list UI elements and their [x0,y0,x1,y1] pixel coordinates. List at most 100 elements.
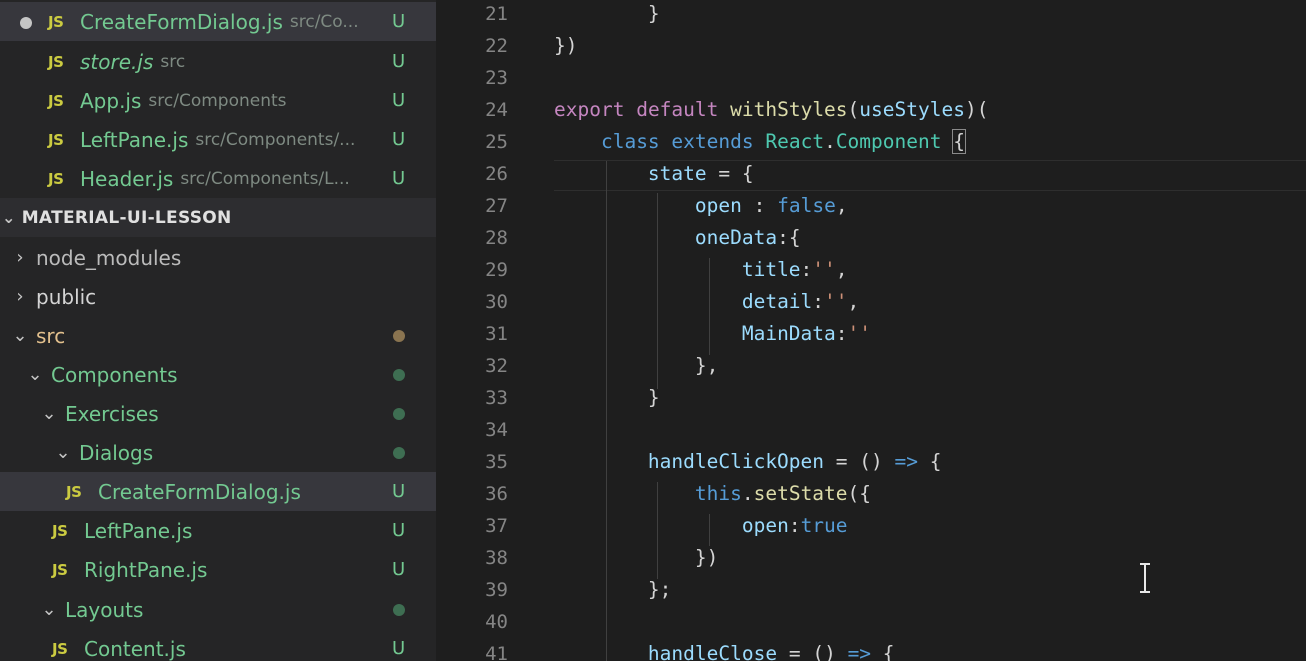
code-line: handleClickOpen = () => { [647,450,942,473]
git-status-badge: U [392,481,406,502]
line-number: 30 [485,291,508,313]
line-number: 41 [485,643,508,661]
open-editor-name: CreateFormDialog.js [80,9,283,34]
line-number: 40 [485,611,508,633]
folder-label: node_modules [36,245,182,270]
folder-label: src [36,323,66,348]
tree-folder-public[interactable]: › public [0,277,436,316]
chevron-down-icon: ⌄ [2,208,16,227]
line-number: 32 [485,355,508,377]
project-title: MATERIAL-UI-LESSON [21,207,232,228]
line-number: 38 [485,547,508,569]
tree-file-createformdialog[interactable]: JS CreateFormDialog.js U [0,472,436,511]
js-file-icon: JS [48,91,64,110]
untracked-dot-icon [393,447,405,459]
line-number: 24 [485,99,508,121]
untracked-dot-icon [393,369,405,381]
open-editor-item[interactable]: JS App.js src/Components U [0,81,436,120]
code-line: }, [694,354,719,377]
js-file-icon: JS [66,482,82,501]
tree-folder-dialogs[interactable]: ⌄ Dialogs [0,433,436,472]
code-line: handleClose = () => { [647,642,895,661]
js-file-icon: JS [48,12,64,31]
git-status-badge: U [392,520,406,541]
code-line: MainData:'' [741,322,871,345]
line-number: 26 [485,163,508,185]
js-file-icon: JS [52,521,68,540]
line-number: 21 [485,3,508,25]
open-editor-item[interactable]: JS CreateFormDialog.js src/Co... U [0,2,436,41]
code-line: title:'', [741,258,848,281]
line-number: 29 [485,259,508,281]
line-number: 35 [485,451,508,473]
open-editor-name: Header.js [80,166,174,191]
line-number: 27 [485,195,508,217]
chevron-down-icon: ⌄ [55,442,71,463]
tree-file-content[interactable]: JS Content.js U [0,629,436,661]
line-number: 33 [485,387,508,409]
chevron-down-icon: ⌄ [12,325,28,346]
open-editor-path: src/Components/... [195,129,356,150]
text-cursor-icon [1140,563,1150,593]
line-number: 36 [485,483,508,505]
chevron-right-icon: › [16,286,24,307]
project-section-header[interactable]: ⌄ MATERIAL-UI-LESSON [0,198,436,237]
js-file-icon: JS [48,169,64,188]
js-file-icon: JS [52,560,68,579]
folder-label: Layouts [65,597,144,622]
open-editor-path: src/Co... [289,11,359,32]
open-editor-name: App.js [80,88,142,113]
git-status-badge: U [392,90,406,111]
line-number: 37 [485,515,508,537]
code-line: oneData:{ [694,226,801,249]
tree-folder-node_modules[interactable]: › node_modules [0,238,436,277]
code-line: detail:'', [741,290,860,313]
chevron-down-icon: ⌄ [27,364,43,385]
line-number: 28 [485,227,508,249]
git-status-badge: U [392,638,406,659]
open-editor-item[interactable]: JS LeftPane.js src/Components/... U [0,120,436,159]
code-line: open : false, [694,194,848,217]
git-status-badge: U [392,51,406,72]
tree-folder-components[interactable]: ⌄ Components [0,355,436,394]
open-editor-path: src/Components [148,90,287,111]
line-number: 23 [485,67,508,89]
chevron-right-icon: › [16,247,24,268]
line-number: 34 [485,419,508,441]
code-line: this.setState({ [694,482,872,505]
git-status-badge: U [392,129,406,150]
folder-label: Components [51,362,178,387]
tree-file-leftpane[interactable]: JS LeftPane.js U [0,511,436,550]
open-editor-path: src/Components/L... [180,168,350,189]
line-number: 22 [485,35,508,57]
line-number: 31 [485,323,508,345]
code-line: state = { [647,162,754,185]
folder-label: public [36,284,97,309]
tree-folder-layouts[interactable]: ⌄ Layouts [0,590,436,629]
explorer-sidebar: JS CreateFormDialog.js src/Co... U JS st… [0,0,436,661]
js-file-icon: JS [48,52,64,71]
code-line: open:true [741,514,848,537]
code-line: } [647,2,660,25]
modified-dot-icon [393,330,405,342]
code-editor[interactable]: 21 22 23 24 25 26 27 28 29 30 31 32 33 3… [436,0,1306,661]
git-status-badge: U [392,11,406,32]
open-editor-item[interactable]: JS store.js src U [0,42,436,81]
code-line: }; [647,578,672,601]
tree-file-rightpane[interactable]: JS RightPane.js U [0,550,436,589]
open-editor-name: LeftPane.js [80,127,189,152]
open-editor-item[interactable]: JS Header.js src/Components/L... U [0,159,436,198]
js-file-icon: JS [52,639,68,658]
file-label: LeftPane.js [84,518,193,543]
chevron-down-icon: ⌄ [41,403,57,424]
folder-label: Dialogs [79,440,154,465]
file-label: CreateFormDialog.js [98,479,301,504]
tree-folder-src[interactable]: ⌄ src [0,316,436,355]
untracked-dot-icon [393,408,405,420]
line-number: 25 [485,131,508,153]
open-editor-name: store.js [80,49,154,74]
tree-folder-exercises[interactable]: ⌄ Exercises [0,394,436,433]
git-status-badge: U [392,559,406,580]
unsaved-dot-icon [20,17,32,29]
code-line: export default withStyles(useStyles)( [554,98,989,121]
